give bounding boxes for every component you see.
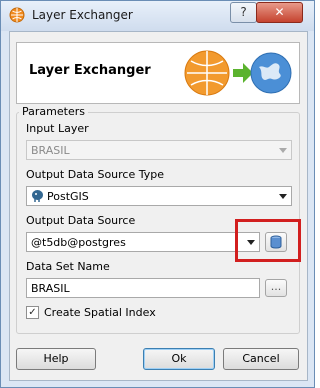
output-source-value: @t5db@postgres bbox=[31, 236, 126, 249]
ok-button[interactable]: Ok bbox=[143, 348, 215, 370]
input-layer-value: BRASIL bbox=[31, 144, 70, 157]
layer-exchanger-dialog: Layer Exchanger ? ✕ Layer Exchanger Para… bbox=[0, 0, 315, 388]
spatial-index-label: Create Spatial Index bbox=[44, 306, 156, 319]
title-bar: Layer Exchanger ? ✕ bbox=[1, 1, 314, 31]
highlight-box bbox=[235, 219, 301, 262]
chevron-down-icon bbox=[279, 194, 287, 199]
postgis-elephant-icon bbox=[32, 190, 43, 202]
input-layer-select[interactable]: BRASIL bbox=[26, 140, 292, 160]
output-source-label: Output Data Source bbox=[26, 214, 136, 227]
title-help-button[interactable]: ? bbox=[230, 2, 257, 23]
output-type-value: PostGIS bbox=[47, 190, 89, 203]
dataset-name-field[interactable] bbox=[26, 278, 260, 298]
dataset-name-label: Data Set Name bbox=[26, 260, 110, 273]
spatial-index-checkbox[interactable]: ✓ bbox=[26, 306, 39, 319]
app-globe-icon bbox=[9, 7, 25, 23]
banner-title: Layer Exchanger bbox=[29, 63, 151, 78]
banner: Layer Exchanger bbox=[16, 42, 300, 104]
output-type-select[interactable]: PostGIS bbox=[26, 186, 292, 206]
chevron-down-icon bbox=[279, 148, 287, 153]
browse-button[interactable]: ... bbox=[265, 279, 287, 297]
input-layer-label: Input Layer bbox=[26, 122, 89, 135]
title-close-button[interactable]: ✕ bbox=[256, 2, 303, 23]
dataset-name-input[interactable] bbox=[27, 279, 259, 297]
layer-exchange-illustration-icon bbox=[184, 50, 292, 96]
parameters-group-title: Parameters bbox=[19, 105, 88, 118]
cancel-button[interactable]: Cancel bbox=[223, 348, 299, 370]
help-button[interactable]: Help bbox=[16, 348, 96, 370]
output-source-select[interactable]: @t5db@postgres bbox=[26, 232, 260, 252]
dialog-body: Layer Exchanger Parameters Input Layer B… bbox=[9, 31, 308, 381]
output-type-label: Output Data Source Type bbox=[26, 168, 165, 181]
window-title: Layer Exchanger bbox=[32, 8, 133, 22]
